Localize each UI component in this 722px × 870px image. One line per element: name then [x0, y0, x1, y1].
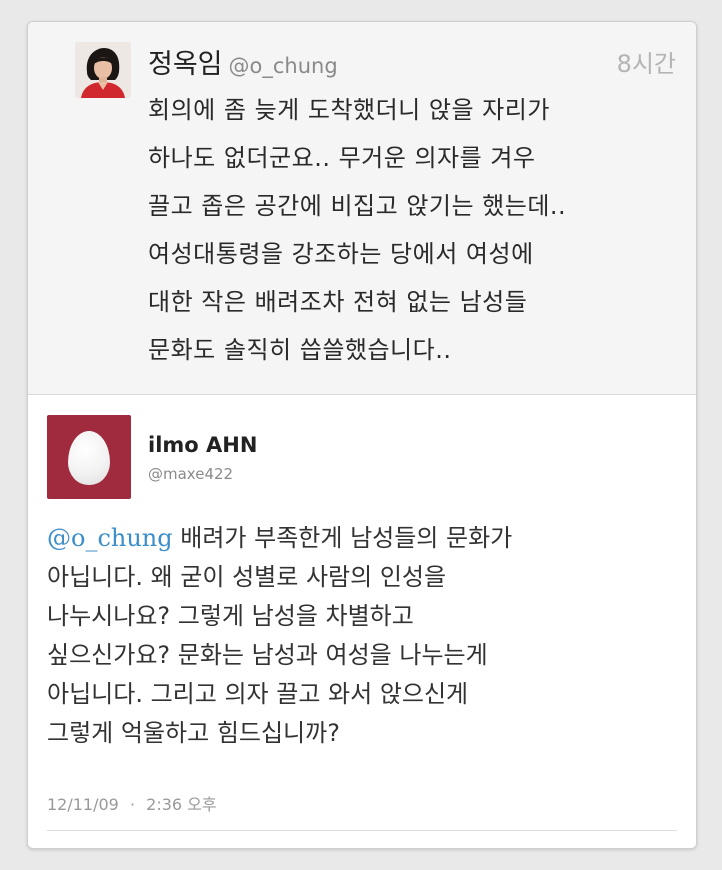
reply-date: 12/11/09: [47, 795, 119, 814]
reply-line: 아닙니다. 왜 굳이 성별로 사람의 인성을: [47, 563, 447, 591]
author-avatar[interactable]: [75, 42, 131, 98]
reply-line: @o_chung 배려가 부족한게 남성들의 문화가: [47, 519, 677, 558]
reply-line: 아닙니다. 그리고 의자 끌고 와서 앉으신게: [47, 680, 469, 708]
reply-line-text: 배려가 부족한게 남성들의 문화가: [172, 524, 513, 552]
timestamp-separator: ·: [129, 795, 136, 814]
reply-text: @o_chung 배려가 부족한게 남성들의 문화가 아닙니다. 왜 굳이 성별…: [47, 519, 677, 753]
reply-line: 나누시나요? 그렇게 남성을 차별하고: [47, 602, 414, 630]
tweet-line: 하나도 없더군요.. 무거운 의자를 겨우: [148, 144, 536, 172]
reply-tweet: ilmo AHN @maxe422 @o_chung 배려가 부족한게 남성들의…: [28, 395, 696, 848]
tweet-line: 대한 작은 배려조차 전혀 없는 남성들: [148, 288, 528, 316]
mention-link[interactable]: @o_chung: [47, 524, 173, 552]
reply-time: 2:36 오후: [146, 795, 217, 814]
reply-author-name[interactable]: ilmo AHN: [148, 433, 257, 457]
tweet-line: 여성대통령을 강조하는 당에서 여성에: [148, 240, 534, 268]
tweet-line: 끌고 좁은 공간에 비집고 앉기는 했는데..: [148, 192, 567, 220]
original-tweet[interactable]: 정옥임 @o_chung 8시간 회의에 좀 늦게 도착했더니 앉을 자리가 하나…: [28, 22, 696, 395]
tweet-timestamp[interactable]: 8시간: [617, 44, 676, 79]
profile-photo-icon: [75, 42, 131, 98]
tweet-conversation-card: 정옥임 @o_chung 8시간 회의에 좀 늦게 도착했더니 앉을 자리가 하나…: [27, 21, 697, 849]
default-egg-avatar-icon: [68, 431, 110, 485]
reply-author-avatar[interactable]: [47, 415, 131, 499]
divider: [47, 830, 677, 831]
reply-line: 싶으신가요? 문화는 남성과 여성을 나누는게: [47, 641, 488, 669]
reply-timestamp[interactable]: 12/11/09 · 2:36 오후: [47, 791, 217, 815]
tweet-line: 문화도 솔직히 씁쓸했습니다..: [148, 336, 452, 364]
reply-author-handle[interactable]: @maxe422: [148, 465, 233, 483]
author-name-line: 정옥임 @o_chung: [148, 42, 338, 81]
tweet-line: 회의에 좀 늦게 도착했더니 앉을 자리가: [148, 96, 550, 124]
tweet-text: 회의에 좀 늦게 도착했더니 앉을 자리가 하나도 없더군요.. 무거운 의자를…: [148, 86, 678, 374]
reply-line: 그렇게 억울하고 힘드십니까?: [47, 719, 340, 747]
author-handle[interactable]: @o_chung: [229, 54, 338, 78]
author-name[interactable]: 정옥임: [148, 49, 223, 80]
